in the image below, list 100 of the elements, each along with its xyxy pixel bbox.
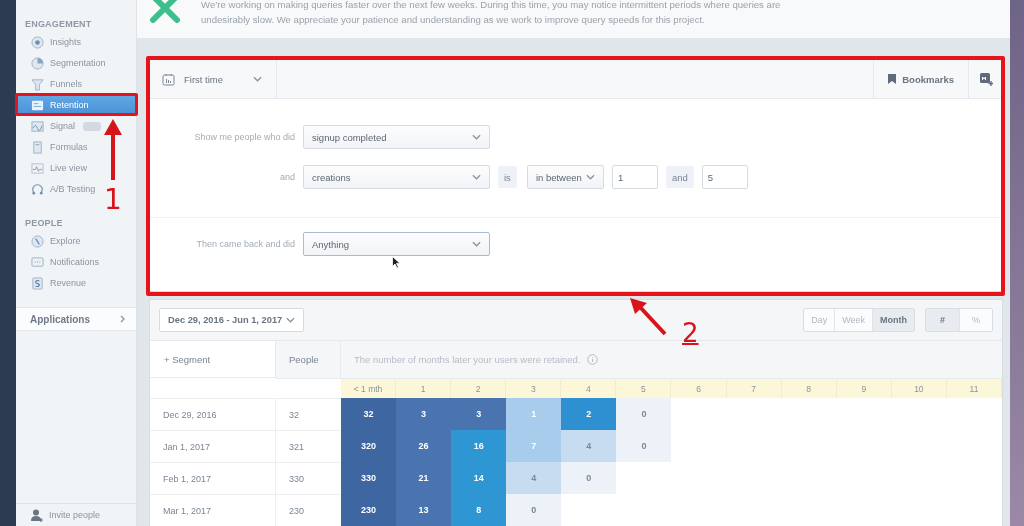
- target-icon: [31, 35, 44, 49]
- list-icon: [31, 98, 44, 112]
- applications-menu[interactable]: Applications: [16, 307, 136, 331]
- heatmap-cell: 1: [506, 398, 562, 430]
- column-header: 5: [616, 379, 672, 398]
- pie-chart-icon: [31, 56, 44, 70]
- field-label: and: [278, 172, 295, 182]
- heatmap-cell: 4: [561, 430, 617, 462]
- chat-bubble-icon: [31, 255, 44, 269]
- heatmap-cell: 21: [396, 462, 452, 494]
- column-header: 3: [506, 379, 562, 398]
- heatmap-cell: 0: [616, 398, 672, 430]
- heatmap-cell: 32: [341, 398, 397, 430]
- operator-dropdown[interactable]: in between: [526, 165, 604, 189]
- heatmap-cell: 8: [451, 494, 507, 526]
- arc-icon: [31, 182, 44, 196]
- event-dropdown[interactable]: signup completed: [303, 125, 490, 149]
- unit-toggle[interactable]: Month: [872, 309, 914, 331]
- heatmap-cell: 2: [561, 398, 617, 430]
- line-chart-icon: [31, 161, 44, 175]
- step-number: 2: [682, 320, 699, 346]
- add-user-icon: [31, 508, 44, 522]
- column-header: 2: [451, 379, 507, 398]
- column-header: 4: [561, 379, 617, 398]
- heatmap-cell: 26: [396, 430, 452, 462]
- sidebar-item[interactable]: Segmentation: [16, 53, 106, 73]
- bookmark-icon: [888, 74, 897, 84]
- heatmap-cell: 7: [506, 430, 562, 462]
- table-note: The number of months later your users were retained.: [354, 354, 581, 365]
- chevron-icon: [286, 317, 295, 323]
- column-header: 10: [891, 379, 947, 398]
- table-cell: Mar 1, 2017: [150, 494, 276, 526]
- column-header: 8: [781, 379, 837, 398]
- column-header: 6: [671, 379, 727, 398]
- field-label: Show me people who did: [193, 132, 295, 142]
- table-cell: Jan 1, 2017: [150, 430, 276, 462]
- column-header: People: [276, 341, 341, 379]
- heatmap-cell: 3: [451, 398, 507, 430]
- column-header: 1: [396, 379, 452, 398]
- return-event-dropdown[interactable]: Anything: [303, 232, 490, 256]
- chevron-icon: [472, 174, 481, 180]
- arrow-annotation: [104, 119, 122, 181]
- cursor-icon: [392, 256, 401, 269]
- column-header: 11: [946, 379, 1002, 398]
- sidebar-item[interactable]: Insights: [16, 32, 82, 52]
- section-heading: ENGAGEMENT: [24, 18, 92, 31]
- section-heading: PEOPLE: [24, 217, 63, 230]
- heatmap-cell: 0: [616, 430, 672, 462]
- field-label: Then came back and did: [195, 239, 295, 249]
- sidebar-item[interactable]: Revenue: [16, 273, 87, 293]
- heatmap-cell: 0: [506, 494, 562, 526]
- bookmarks-button[interactable]: Bookmarks: [873, 60, 968, 98]
- mode-dropdown[interactable]: First time: [150, 60, 277, 98]
- sidebar-item[interactable]: Formulas: [16, 137, 88, 157]
- column-header: 9: [836, 379, 892, 398]
- chevron-icon: [585, 174, 595, 180]
- column-header: 7: [726, 379, 782, 398]
- dashboard-add-icon: [978, 72, 993, 86]
- document-icon: [31, 140, 44, 154]
- chevron-icon: [472, 134, 481, 140]
- unit-toggle[interactable]: Week: [834, 309, 872, 331]
- notice-text: We’re working on making queries faster over the next few weeks. During this time, you may notice intermittent periods where queries are undesirably slow. We appreciate your patience and understanding as we work to improve query speeds for this project.: [201, 0, 782, 27]
- dollar-icon: [31, 276, 44, 290]
- from-input[interactable]: 1: [611, 165, 658, 189]
- sidebar-item[interactable]: Notifications: [16, 252, 100, 272]
- column-header: < 1 mth: [341, 379, 397, 398]
- to-input[interactable]: 5: [701, 165, 748, 189]
- info-icon: [586, 354, 598, 365]
- heatmap-cell: 13: [396, 494, 452, 526]
- date-range-dropdown[interactable]: Dec 29, 2016 - Jun 1, 2017: [159, 308, 304, 332]
- table-cell: Feb 1, 2017: [150, 462, 276, 494]
- operator-label: is: [498, 166, 517, 188]
- property-dropdown[interactable]: creations: [303, 165, 490, 189]
- heatmap-cell: 320: [341, 430, 397, 462]
- arrow-annotation: [628, 297, 668, 337]
- heatmap-cell: 3: [396, 398, 452, 430]
- step-number: 1: [104, 186, 122, 214]
- chevron-icon: [253, 76, 262, 82]
- table-cell: Dec 29, 2016: [150, 398, 276, 430]
- wave-chart-icon: [31, 119, 44, 133]
- sidebar-item[interactable]: Funnels: [16, 74, 83, 94]
- heatmap-cell: 330: [341, 462, 397, 494]
- format-toggle[interactable]: %: [959, 309, 992, 331]
- heatmap-cell: 0: [561, 462, 617, 494]
- conjunction-label: and: [665, 166, 694, 188]
- heatmap-cell: 14: [451, 462, 507, 494]
- heatmap-cell: 4: [506, 462, 562, 494]
- sidebar-item[interactable]: Live view: [16, 158, 87, 178]
- sidebar-item[interactable]: Signal: [16, 116, 102, 136]
- invite-people-link[interactable]: Invite people: [16, 503, 136, 526]
- calendar-icon: [162, 72, 175, 86]
- chevron-icon: [472, 241, 481, 247]
- funnel-icon: [31, 77, 44, 91]
- chevron-right-icon: [120, 315, 126, 323]
- unit-toggle[interactable]: Day: [804, 309, 835, 331]
- heatmap-cell: 16: [451, 430, 507, 462]
- format-toggle[interactable]: #: [926, 309, 959, 331]
- sidebar-item[interactable]: A/B Testing: [16, 179, 96, 199]
- sidebar-item[interactable]: Explore: [16, 231, 81, 251]
- heatmap-cell: 230: [341, 494, 397, 526]
